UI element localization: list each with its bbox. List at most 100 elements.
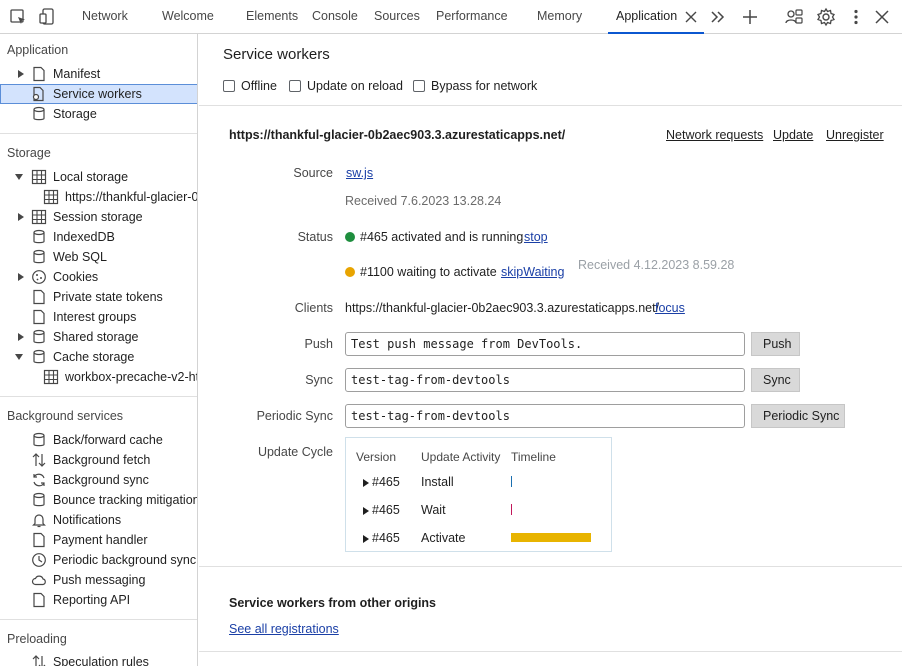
database-icon [31,432,47,448]
source-label: Source [293,166,333,180]
sidebar-item-notifications[interactable]: Notifications [0,510,197,530]
sidebar-item-label: Web SQL [53,250,107,264]
sidebar-item-periodic-background-sync[interactable]: Periodic background sync [0,550,197,570]
sidebar-item-indexeddb[interactable]: IndexedDB [0,227,197,247]
row-version: #465 [372,475,400,489]
document-icon [31,532,47,548]
sidebar-item-push-messaging[interactable]: Push messaging [0,570,197,590]
sidebar-item-cookies[interactable]: Cookies [0,267,197,287]
tab-sources[interactable]: Sources [374,0,420,34]
sidebar-item-local-storage[interactable]: Local storage [0,167,197,187]
sidebar-item-service-workers[interactable]: Service workers [0,84,197,104]
sidebar-item-label: Speculation rules [53,655,149,666]
source-file-link[interactable]: sw.js [346,166,373,180]
expand-arrow-icon[interactable] [16,207,26,227]
periodic-sync-label: Periodic Sync [256,409,333,423]
sidebar-item-interest-groups[interactable]: Interest groups [0,307,197,327]
sidebar-item-back-forward-cache[interactable]: Back/forward cache [0,430,197,450]
offline-checkbox[interactable]: Offline [223,78,277,94]
document-icon [31,66,47,82]
status-running-text: #465 activated and is running [360,230,524,244]
sidebar-item-label: https://thankful-glacier-0 [65,190,198,204]
unregister-link[interactable]: Unregister [826,128,884,142]
checkbox-label: Bypass for network [431,79,538,93]
storage-cylinder-icon [31,106,47,122]
bell-icon [31,512,47,528]
document-icon [31,309,47,325]
column-header-version: Version [356,450,397,464]
sidebar-item-storage[interactable]: Storage [0,104,197,124]
sidebar-item-session-storage[interactable]: Session storage [0,207,197,227]
focus-link[interactable]: focus [655,301,685,315]
tab-performance[interactable]: Performance [436,0,508,34]
expand-row-icon[interactable] [363,535,369,543]
periodic-sync-button[interactable]: Periodic Sync [751,404,845,428]
expand-row-icon[interactable] [363,507,369,515]
update-on-reload-checkbox[interactable]: Update on reload [289,78,403,94]
sidebar-item-label: Session storage [53,210,143,224]
up-down-arrows-icon [31,452,47,468]
sidebar-item-manifest[interactable]: Manifest [0,64,197,84]
bypass-for-network-checkbox[interactable]: Bypass for network [413,78,537,94]
sidebar-item-web-sql[interactable]: Web SQL [0,247,197,267]
sidebar-item-private-state-tokens[interactable]: Private state tokens [0,287,197,307]
row-activity: Activate [421,531,466,545]
see-all-registrations-link[interactable]: See all registrations [229,622,339,636]
checkbox-box[interactable] [223,80,235,92]
sync-button[interactable]: Sync [751,368,800,392]
checkbox-box[interactable] [289,80,301,92]
expand-arrow-icon[interactable] [16,327,26,347]
update-cycle-table: Version Update Activity Timeline #465 In… [345,437,612,552]
add-tab-icon[interactable] [740,7,760,27]
row-version: #465 [372,531,400,545]
sidebar-item-payment-handler[interactable]: Payment handler [0,530,197,550]
status-label: Status [297,230,333,244]
sidebar-item-label: Notifications [53,513,122,527]
sidebar-item-bounce-tracking[interactable]: Bounce tracking mitigations [0,490,197,510]
inspect-element-icon[interactable] [8,7,28,27]
sidebar-item-speculation-rules[interactable]: Speculation rules [0,652,197,666]
checkbox-box[interactable] [413,80,425,92]
update-link[interactable]: Update [773,128,813,142]
column-header-update-activity: Update Activity [421,450,501,464]
push-label: Push [304,337,334,351]
skip-waiting-link[interactable]: skipWaiting [501,265,564,279]
periodic-sync-tag-input[interactable]: test-tag-from-devtools [345,404,745,428]
network-requests-link[interactable]: Network requests [666,128,763,142]
tab-console[interactable]: Console [312,0,358,34]
expand-arrow-icon[interactable] [16,267,26,287]
sidebar-item-background-sync[interactable]: Background sync [0,470,197,490]
settings-gear-icon[interactable] [816,7,836,27]
tab-welcome[interactable]: Welcome [162,0,214,34]
device-toolbar-icon[interactable] [38,7,58,27]
cloud-icon [31,572,47,588]
close-devtools-icon[interactable] [872,7,892,27]
issues-icon[interactable] [784,7,804,27]
tab-application-label: Application [616,9,678,23]
stop-link[interactable]: stop [524,230,548,244]
sidebar-item-label: Shared storage [53,330,139,344]
sync-tag-input[interactable]: test-tag-from-devtools [345,368,745,392]
tab-elements[interactable]: Elements [246,0,298,34]
other-origins-title: Service workers from other origins [229,596,437,610]
push-message-input[interactable]: Test push message from DevTools. [345,332,745,356]
close-tab-icon[interactable] [684,10,698,24]
sidebar-item-local-storage-origin[interactable]: https://thankful-glacier-0 [0,187,198,207]
sidebar-item-shared-storage[interactable]: Shared storage [0,327,197,347]
collapse-arrow-icon[interactable] [14,347,24,367]
sidebar-item-reporting-api[interactable]: Reporting API [0,590,197,610]
tab-network[interactable]: Network [82,0,128,34]
devtools-tab-bar: Network Welcome Elements Console Sources… [0,0,902,34]
column-header-timeline: Timeline [511,450,556,464]
expand-row-icon[interactable] [363,479,369,487]
more-options-icon[interactable] [846,7,866,27]
sidebar-item-cache-entry[interactable]: workbox-precache-v2-htt [0,367,197,387]
sidebar-item-background-fetch[interactable]: Background fetch [0,450,197,470]
expand-arrow-icon[interactable] [16,64,26,84]
collapse-arrow-icon[interactable] [14,167,24,187]
row-version: #465 [372,503,400,517]
tab-memory[interactable]: Memory [537,0,582,34]
push-button[interactable]: Push [751,332,800,356]
sidebar-item-cache-storage[interactable]: Cache storage [0,347,197,367]
more-tabs-icon[interactable] [708,7,728,27]
